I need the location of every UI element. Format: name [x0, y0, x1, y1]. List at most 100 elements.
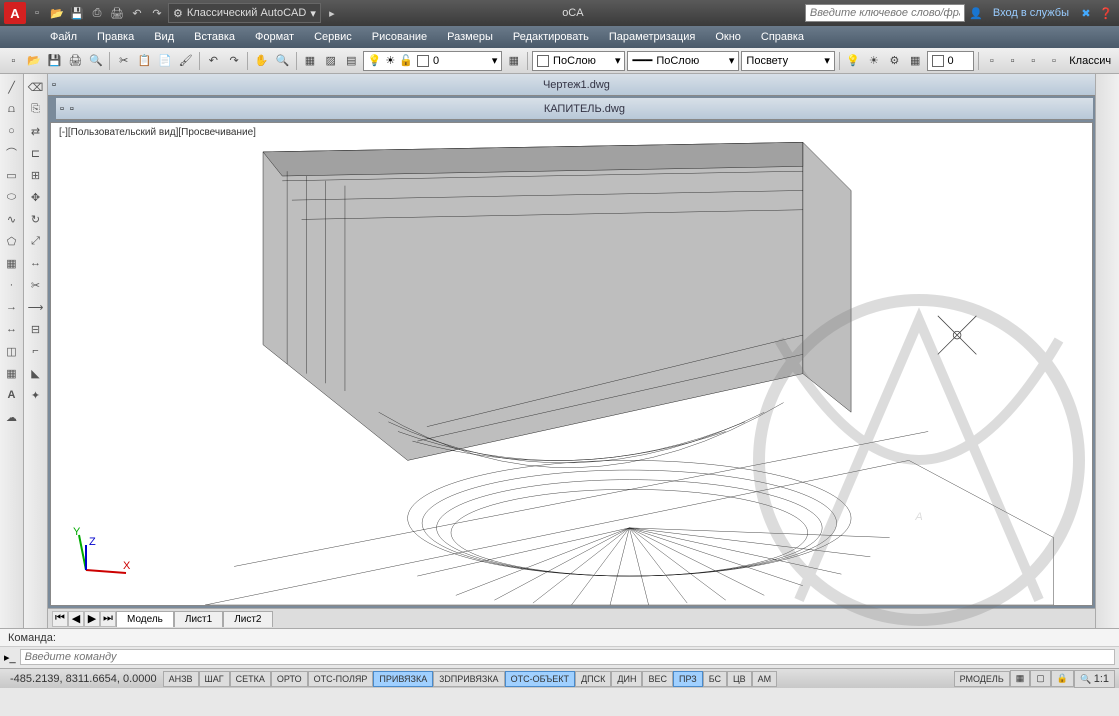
- status-3dпривязка[interactable]: 3DПРИВЯЗКА: [433, 671, 504, 687]
- search-icon[interactable]: 👤: [967, 4, 985, 22]
- menu-insert[interactable]: Вставка: [184, 26, 245, 48]
- menu-window[interactable]: Окно: [705, 26, 751, 48]
- tab-sheet1[interactable]: Лист1: [174, 611, 223, 627]
- status-дин[interactable]: ДИН: [611, 671, 642, 687]
- layer-selector[interactable]: 💡 ☀ 🔓 0 ▾: [363, 51, 503, 71]
- offset-icon[interactable]: ⊏: [26, 143, 46, 163]
- polyline-icon[interactable]: ⩍: [2, 99, 22, 119]
- tb-open-icon[interactable]: 📂: [25, 51, 44, 71]
- qat-print-icon[interactable]: 🖨: [108, 4, 126, 22]
- fillet-icon[interactable]: ⌐: [26, 341, 46, 361]
- tb-match-icon[interactable]: 🖌: [176, 51, 195, 71]
- tb-zoom-icon[interactable]: 🔍: [273, 51, 292, 71]
- tb-misc1-icon[interactable]: 💡: [844, 51, 863, 71]
- status-шаг[interactable]: ШАГ: [199, 671, 230, 687]
- menu-file[interactable]: Файл: [40, 26, 87, 48]
- stretch-icon[interactable]: ↔: [26, 253, 46, 273]
- sb-lock-icon[interactable]: 🔒: [1051, 670, 1074, 687]
- trim-icon[interactable]: ✂: [26, 275, 46, 295]
- qat-more-icon[interactable]: ▸: [323, 4, 341, 22]
- scale-button[interactable]: 🔍 1:1: [1074, 670, 1115, 688]
- status-орто[interactable]: ОРТО: [271, 671, 308, 687]
- explode-icon[interactable]: ✦: [26, 385, 46, 405]
- linetype-selector[interactable]: ━━━ ПоСлою ▾: [627, 51, 739, 71]
- ray-icon[interactable]: →: [2, 297, 22, 317]
- search-input[interactable]: [805, 4, 965, 22]
- lineweight-selector[interactable]: Посвету ▾: [741, 51, 834, 71]
- tb-misc2-icon[interactable]: ☀: [864, 51, 883, 71]
- menu-edit[interactable]: Правка: [87, 26, 144, 48]
- mtext-icon[interactable]: A: [2, 385, 22, 405]
- status-прз[interactable]: ПРЗ: [673, 671, 703, 687]
- sb-max-icon[interactable]: ▢: [1030, 670, 1051, 687]
- tb-layer1-icon[interactable]: ▦: [301, 51, 320, 71]
- tb-preview-icon[interactable]: 🔍: [87, 51, 106, 71]
- mirror-icon[interactable]: ⇄: [26, 121, 46, 141]
- status-цв[interactable]: ЦВ: [727, 671, 752, 687]
- tb-cut-icon[interactable]: ✂: [114, 51, 133, 71]
- tab-next-icon[interactable]: ▶: [84, 611, 100, 627]
- tb-r3-icon[interactable]: ▫: [1024, 51, 1043, 71]
- menu-draw[interactable]: Рисование: [362, 26, 437, 48]
- menu-view[interactable]: Вид: [144, 26, 184, 48]
- status-бс[interactable]: БС: [703, 671, 727, 687]
- chamfer-icon[interactable]: ◣: [26, 363, 46, 383]
- tab-prev-icon[interactable]: ◀: [68, 611, 84, 627]
- point-icon[interactable]: ·: [2, 275, 22, 295]
- rotate-icon[interactable]: ↻: [26, 209, 46, 229]
- tab-model[interactable]: Модель: [116, 611, 174, 627]
- canvas[interactable]: [-][Пользовательский вид][Просвечивание]: [50, 122, 1093, 606]
- circle-icon[interactable]: ○: [2, 121, 22, 141]
- menu-help[interactable]: Справка: [751, 26, 814, 48]
- break-icon[interactable]: ⊟: [26, 319, 46, 339]
- menu-dimension[interactable]: Размеры: [437, 26, 503, 48]
- status-привязка[interactable]: ПРИВЯЗКА: [373, 671, 433, 687]
- model-space-button[interactable]: РМОДЕЛЬ: [954, 671, 1010, 687]
- login-link[interactable]: Вход в службы: [993, 7, 1069, 19]
- menu-service[interactable]: Сервис: [304, 26, 362, 48]
- move-icon[interactable]: ✥: [26, 187, 46, 207]
- tab-first-icon[interactable]: ⏮: [52, 611, 68, 627]
- ellipse-icon[interactable]: ⬭: [2, 187, 22, 207]
- tab-last-icon[interactable]: ⏭: [100, 611, 116, 627]
- qat-open-icon[interactable]: 📂: [48, 4, 66, 22]
- region-icon[interactable]: ◫: [2, 341, 22, 361]
- tb-redo-icon[interactable]: ↷: [225, 51, 244, 71]
- tb-pan-icon[interactable]: ✋: [252, 51, 271, 71]
- status-сетка[interactable]: СЕТКА: [230, 671, 271, 687]
- menu-parametric[interactable]: Параметризация: [599, 26, 705, 48]
- scale-icon[interactable]: ⤢: [26, 231, 46, 251]
- copy-icon[interactable]: ⎘: [26, 99, 46, 119]
- tb-layermgr-icon[interactable]: ▦: [504, 51, 523, 71]
- hatch-icon[interactable]: ▦: [2, 253, 22, 273]
- status-отс-объект[interactable]: ОТС-ОБЪЕКТ: [505, 671, 575, 687]
- arc-icon[interactable]: ⌒: [2, 143, 22, 163]
- status-вес[interactable]: ВЕС: [642, 671, 673, 687]
- qat-redo-icon[interactable]: ↷: [148, 4, 166, 22]
- workspace-selector[interactable]: ⚙ Классический AutoCAD ▾: [168, 3, 321, 23]
- tb-misc3-icon[interactable]: ⚙: [885, 51, 904, 71]
- erase-icon[interactable]: ⌫: [26, 77, 46, 97]
- line-icon[interactable]: ╱: [2, 77, 22, 97]
- tb-paste-icon[interactable]: 📄: [156, 51, 175, 71]
- status-ам[interactable]: АМ: [752, 671, 778, 687]
- tab-sheet2[interactable]: Лист2: [223, 611, 272, 627]
- revision-icon[interactable]: ☁: [2, 407, 22, 427]
- rect-icon[interactable]: ▭: [2, 165, 22, 185]
- exchange-icon[interactable]: ✖: [1077, 4, 1095, 22]
- tb-print-icon[interactable]: 🖨: [66, 51, 85, 71]
- qat-new-icon[interactable]: ▫: [28, 4, 46, 22]
- spline-icon[interactable]: ∿: [2, 209, 22, 229]
- tb-save-icon[interactable]: 💾: [45, 51, 64, 71]
- tb-misc4-icon[interactable]: ▦: [906, 51, 925, 71]
- status-дпск[interactable]: ДПСК: [575, 671, 611, 687]
- xline-icon[interactable]: ↔: [2, 319, 22, 339]
- tb-copy-icon[interactable]: 📋: [135, 51, 154, 71]
- help-icon[interactable]: ❓: [1097, 4, 1115, 22]
- tb-r2-icon[interactable]: ▫: [1003, 51, 1022, 71]
- tb-layer2-icon[interactable]: ▨: [321, 51, 340, 71]
- tb-r4-icon[interactable]: ▫: [1045, 51, 1064, 71]
- extend-icon[interactable]: ⟶: [26, 297, 46, 317]
- app-logo[interactable]: A: [4, 2, 26, 24]
- color-selector[interactable]: ПоСлою ▾: [532, 51, 625, 71]
